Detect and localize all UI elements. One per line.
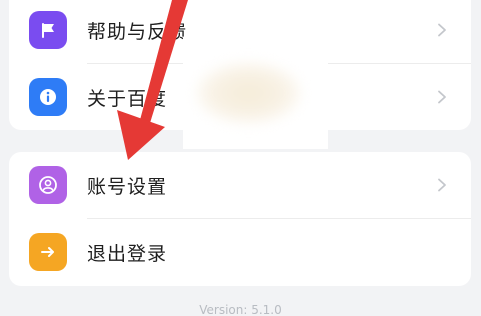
menu-item-account-settings[interactable]: 账号设置 <box>9 152 471 218</box>
menu-group-account: 账号设置 退出登录 <box>9 152 471 286</box>
menu-item-logout[interactable]: 退出登录 <box>9 219 471 285</box>
blurred-overlay-glow <box>196 62 301 124</box>
version-label: Version: 5.1.0 <box>199 303 282 316</box>
info-icon <box>29 78 67 116</box>
settings-screen: 帮助与反馈 关于百度 账号设置 退出登录 Version: 5.1.0 <box>0 0 481 316</box>
menu-item-label: 帮助与反馈 <box>87 20 188 43</box>
flag-icon <box>29 11 67 49</box>
chevron-right-icon <box>438 90 446 104</box>
arrow-right-icon <box>29 233 67 271</box>
user-circle-icon <box>29 166 67 204</box>
menu-item-label: 退出登录 <box>87 242 168 265</box>
chevron-right-icon <box>438 23 446 37</box>
menu-item-label: 关于百度 <box>87 87 168 110</box>
chevron-right-icon <box>438 178 446 192</box>
menu-item-label: 账号设置 <box>87 175 168 198</box>
